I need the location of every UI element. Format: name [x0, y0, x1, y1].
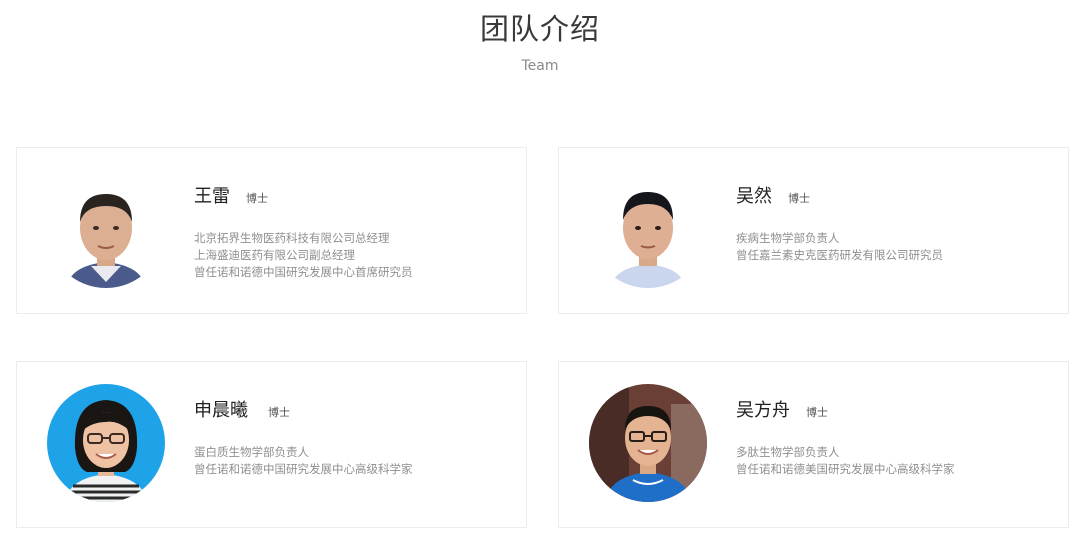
member-desc-line: 曾任嘉兰素史克医药研发有限公司研究员	[736, 248, 943, 262]
section-title: 团队介绍	[479, 12, 600, 46]
member-degree: 博士	[788, 192, 810, 205]
member-name: 王雷	[194, 186, 230, 207]
team-member-card: 王雷 博士 北京拓界生物医药科技有限公司总经理 上海盛迪医药有限公司副总经理 曾…	[16, 147, 527, 314]
member-degree: 博士	[268, 406, 290, 419]
member-desc-line: 曾任诺和诺德中国研究发展中心首席研究员	[194, 265, 413, 279]
member-photo	[47, 170, 165, 288]
team-member-card: 吴方舟 博士 多肽生物学部负责人 曾任诺和诺德美国研究发展中心高级科学家	[558, 361, 1069, 528]
member-degree: 博士	[806, 406, 828, 419]
member-desc-line: 上海盛迪医药有限公司副总经理	[194, 248, 355, 262]
member-desc-line: 北京拓界生物医药科技有限公司总经理	[194, 231, 390, 245]
member-desc-line: 曾任诺和诺德中国研究发展中心高级科学家	[194, 462, 413, 476]
member-degree: 博士	[246, 192, 268, 205]
section-subtitle: Team	[521, 58, 559, 74]
member-photo	[589, 384, 707, 502]
member-name: 申晨曦	[194, 400, 248, 421]
team-member-card: 吴然 博士 疾病生物学部负责人 曾任嘉兰素史克医药研发有限公司研究员	[558, 147, 1069, 314]
member-desc-line: 蛋白质生物学部负责人	[194, 445, 309, 459]
member-photo	[47, 384, 165, 502]
member-name: 吴方舟	[736, 400, 790, 421]
member-desc-line: 疾病生物学部负责人	[736, 231, 840, 245]
member-desc-line: 曾任诺和诺德美国研究发展中心高级科学家	[736, 462, 955, 476]
member-photo	[589, 170, 707, 288]
member-name: 吴然	[736, 186, 772, 207]
member-desc-line: 多肽生物学部负责人	[736, 445, 840, 459]
team-member-card: 申晨曦 博士 蛋白质生物学部负责人 曾任诺和诺德中国研究发展中心高级科学家	[16, 361, 527, 528]
